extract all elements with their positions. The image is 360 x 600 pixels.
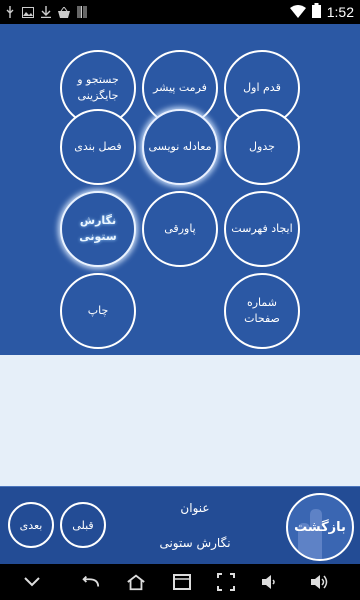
basket-icon <box>58 6 70 18</box>
status-icons-right: 1:52 <box>289 2 354 22</box>
download-icon <box>40 6 52 18</box>
battery-icon <box>311 2 321 22</box>
title-value: نگارش ستونی <box>159 536 231 550</box>
bottom-bar: بازگشت عنوان نگارش ستونی قبلی بعدی <box>0 486 360 564</box>
nav-bar <box>0 564 360 600</box>
back-button[interactable]: بازگشت <box>286 493 354 561</box>
status-icons-left <box>4 4 88 20</box>
content-panel <box>0 355 360 486</box>
status-bar: 1:52 <box>0 0 360 24</box>
title-label: عنوان <box>180 501 210 515</box>
topic-page-numbers-button[interactable]: شماره صفحات <box>224 273 300 349</box>
wifi-icon <box>289 3 306 22</box>
topic-footnote-button[interactable]: پاورقی <box>142 191 218 267</box>
volume-up-icon[interactable] <box>310 572 330 592</box>
usb-icon <box>4 6 16 18</box>
prev-button[interactable]: قبلی <box>60 502 106 548</box>
back-label: بازگشت <box>294 519 346 535</box>
screenshot-icon[interactable] <box>216 572 236 592</box>
next-button[interactable]: بعدی <box>8 502 54 548</box>
home-nav-icon[interactable] <box>126 572 146 592</box>
app-root: 1:52 قدم اول فرمت پیشر جستجو و جایگزینی … <box>0 0 360 600</box>
topic-table-button[interactable]: جدول <box>224 109 300 185</box>
chevron-down-icon[interactable] <box>22 572 42 592</box>
topic-chapters-button[interactable]: فصل بندی <box>60 109 136 185</box>
status-time: 1:52 <box>326 4 354 20</box>
barcode-icon <box>76 6 88 18</box>
topic-equation-button[interactable]: معادله نویسی <box>142 109 218 185</box>
topic-print-button[interactable]: چاپ <box>60 273 136 349</box>
topic-create-index-button[interactable]: ایجاد فهرست <box>224 191 300 267</box>
back-nav-icon[interactable] <box>80 572 100 592</box>
topic-columns-button[interactable]: نگارش ستونی <box>60 191 136 267</box>
volume-down-icon[interactable] <box>260 572 280 592</box>
image-icon <box>22 6 34 18</box>
topics-grid: قدم اول فرمت پیشر جستجو و جایگزینی جدول … <box>0 24 360 355</box>
recents-nav-icon[interactable] <box>172 572 192 592</box>
